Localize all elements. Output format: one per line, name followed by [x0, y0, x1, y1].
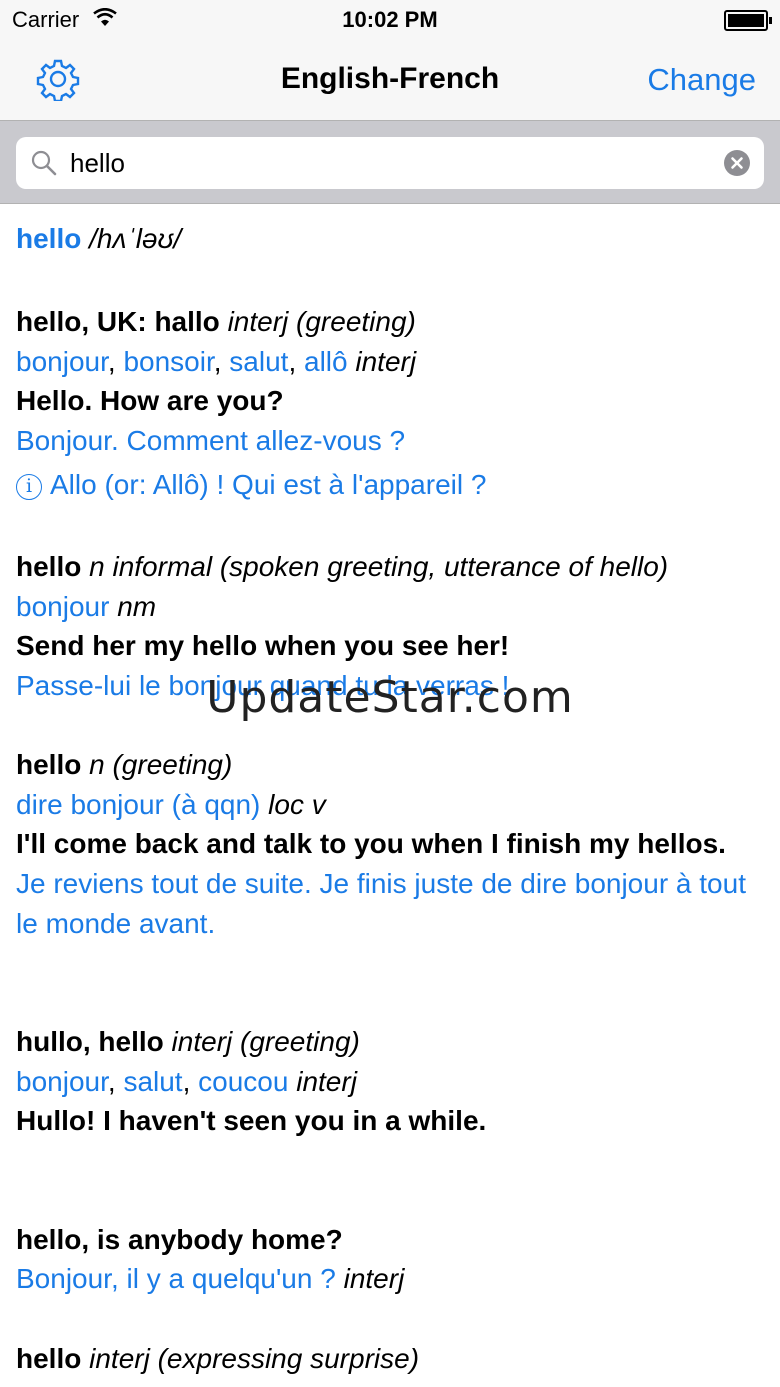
headword[interactable]: hello [16, 223, 81, 254]
translation-pos: interj [296, 1065, 357, 1097]
search-icon [30, 149, 58, 182]
example-sentence: I'll come back and talk to you when I fi… [16, 828, 726, 860]
translation-link[interactable]: bonsoir [123, 346, 213, 377]
search-input[interactable] [70, 143, 710, 183]
translation-link[interactable]: salut [229, 346, 288, 377]
translation-pos: interj [355, 345, 417, 377]
translation-link[interactable]: bonjour [16, 346, 108, 377]
translation-pos: interj [343, 1263, 405, 1295]
example-sentence: Hullo! I haven't seen you in a while. [16, 1105, 487, 1137]
entry-term: hello [16, 551, 82, 583]
headword-line: hello /hʌˈləʊ/ [16, 204, 766, 259]
entry-grammar: interj (greeting) [227, 306, 416, 338]
translation-link[interactable]: bonjour [16, 1066, 108, 1097]
translation-link[interactable]: salut [123, 1066, 182, 1097]
usage-note[interactable]: Allo (or: Allô) ! Qui est à l'appareil ? [50, 469, 486, 500]
example-translation[interactable]: Bonjour. Comment allez-vous ? [16, 421, 766, 461]
entry: hello, UK: hallo interj (greeting) bonjo… [16, 302, 766, 507]
search-field[interactable] [16, 137, 764, 189]
entry: hello n (greeting) dire bonjour (à qqn) … [16, 745, 766, 943]
translation-pos: nm [117, 590, 157, 622]
entry-term: hello, UK: hallo [16, 306, 220, 338]
translation-link[interactable]: dire bonjour (à qqn) [16, 789, 260, 820]
navigation-bar: English-French Change [0, 40, 780, 121]
entry-grammar: interj (expressing surprise) [89, 1342, 420, 1374]
clock: 10:02 PM [342, 7, 438, 32]
change-button[interactable]: Change [647, 62, 756, 98]
entry: hello interj (expressing surprise) [16, 1339, 766, 1379]
entry-term: hello [16, 1342, 82, 1374]
entry: hullo, hello interj (greeting) bonjour, … [16, 1022, 766, 1141]
entry: hello, is anybody home? Bonjour, il y a … [16, 1220, 766, 1299]
clear-icon[interactable] [724, 150, 750, 176]
entry-grammar: n informal (spoken greeting, utterance o… [89, 551, 669, 583]
translation-link[interactable]: Bonjour, il y a quelqu'un ? [16, 1263, 336, 1294]
entry-grammar: interj (greeting) [171, 1026, 360, 1058]
search-bar [0, 121, 780, 204]
entry-term: hello [16, 749, 82, 781]
pronunciation: /hʌˈləʊ/ [89, 223, 182, 254]
example-sentence: Hello. How are you? [16, 385, 284, 417]
entry-term: hello, is anybody home? [16, 1223, 343, 1255]
example-sentence: Send her my hello when you see her! [16, 630, 510, 662]
entry-grammar: n (greeting) [89, 749, 233, 781]
entry-term: hullo, hello [16, 1026, 164, 1058]
example-translation[interactable]: Je reviens tout de suite. Je finis juste… [16, 864, 766, 943]
dictionary-results: hello /hʌˈləʊ/ hello, UK: hallo interj (… [16, 204, 766, 1378]
translation-link[interactable]: coucou [198, 1066, 288, 1097]
battery-icon [724, 10, 772, 31]
status-bar: Carrier 10:02 PM [0, 0, 780, 40]
translation-pos: loc v [268, 788, 326, 820]
translation-link[interactable]: allô [304, 346, 348, 377]
translation-link[interactable]: bonjour [16, 591, 109, 622]
info-icon[interactable]: i [16, 473, 42, 500]
watermark: UpdateStar.com [206, 672, 574, 723]
